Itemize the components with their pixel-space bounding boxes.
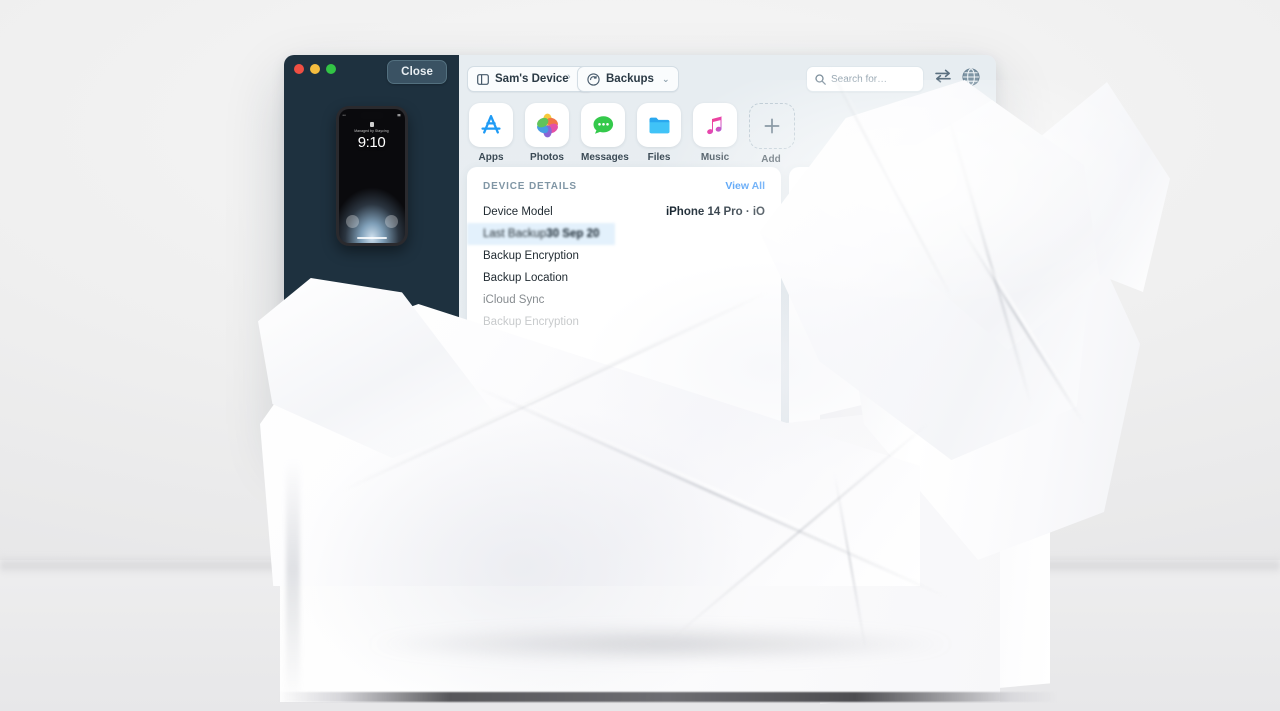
backup-refresh-icon — [587, 72, 600, 86]
lock-icon — [369, 122, 374, 127]
search-input[interactable]: Search for… — [806, 66, 924, 92]
phone-notch — [359, 112, 384, 119]
row-label: Total — [483, 338, 508, 350]
table-row[interactable]: iCloud Sync — [467, 289, 781, 311]
app-shortcut-add[interactable]: Add — [749, 103, 795, 165]
row-value: iPhone 14 Pro · iO — [665, 206, 765, 218]
photos-icon — [525, 103, 569, 147]
battery-icon — [355, 340, 370, 349]
scene-backdrop: Close ••• ▮▮ Managed by Staycing 9:10 Sa… — [0, 0, 1280, 711]
chevron-down-icon: ⌄ — [661, 73, 670, 84]
breadcrumb-section[interactable]: Backups ⌄ — [577, 66, 680, 92]
search-placeholder: Search for… — [831, 73, 888, 85]
device-details-card: DEVICE DETAILS View All Device Model iPh… — [467, 167, 781, 429]
home-indicator — [356, 236, 387, 239]
close-button[interactable]: Close — [387, 60, 447, 84]
view-all-link[interactable]: View All — [725, 180, 765, 192]
sidebar: Close ••• ▮▮ Managed by Staycing 9:10 Sa… — [284, 55, 459, 437]
app-store-icon — [469, 103, 513, 147]
close-traffic-light[interactable] — [294, 64, 304, 74]
app-shortcut-messages[interactable]: Messages — [581, 103, 629, 165]
app-shortcut-apps[interactable]: Apps — [469, 103, 513, 165]
card-header: DEVICE DETAILS View All — [467, 167, 781, 201]
usb-icon — [380, 339, 387, 351]
phone-clock: 9:10 — [357, 134, 386, 151]
sidebar-item-label: Data — [332, 425, 361, 438]
app-shortcut-music[interactable]: Music — [693, 103, 737, 165]
sidebar-toggle-icon — [477, 73, 489, 85]
device-subtitle: iPhone 14 Pro · iOS 16 — [322, 325, 421, 336]
chevron-right-icon: › — [433, 390, 437, 404]
phone-status-left: ••• — [342, 113, 346, 117]
device-status-badges — [284, 339, 459, 351]
device-name: Sam's Device — [327, 308, 416, 323]
sidebar-nav: Summary › Data › — [296, 380, 447, 437]
transfer-arrows-icon[interactable] — [934, 69, 952, 83]
app-shortcut-label: Apps — [478, 152, 504, 163]
sidebar-item-data[interactable]: Data › — [296, 416, 447, 437]
paper-peak — [1020, 82, 1170, 292]
app-shortcut-files[interactable]: Files — [637, 103, 681, 165]
window-controls[interactable] — [294, 64, 336, 74]
toolbar: Sam's Device ⌄ › Backups ⌄ — [459, 55, 996, 101]
sidebar-item-label: Summary — [332, 389, 392, 405]
app-shortcut-label: Files — [647, 152, 671, 163]
search-icon — [815, 73, 826, 85]
phone-lockscreen: ••• ▮▮ Managed by Staycing 9:10 — [338, 109, 405, 243]
maximize-traffic-light[interactable] — [326, 64, 336, 74]
row-label: Last Backup — [483, 228, 547, 240]
plus-icon — [749, 103, 795, 149]
breadcrumb-device[interactable]: Sam's Device ⌄ — [467, 66, 595, 92]
app-shortcut-label: Photos — [530, 152, 564, 163]
row-value: 30 Sep 20 — [546, 228, 600, 240]
breadcrumb-section-label: Backups — [606, 73, 654, 85]
row-label: Backup Location — [483, 272, 569, 284]
app-shortcut-label: Messages — [581, 152, 629, 163]
row-label: Backup Encryption — [483, 316, 579, 328]
phone-status-right: ▮▮ — [397, 113, 401, 117]
secondary-card — [789, 167, 996, 429]
breadcrumb-separator: › — [567, 71, 571, 83]
table-row[interactable]: Total — [467, 333, 781, 355]
table-row[interactable]: Backup Encryption — [467, 311, 781, 333]
main-content: Sam's Device ⌄ › Backups ⌄ — [459, 55, 996, 437]
files-icon — [637, 103, 681, 147]
sidebar-item-summary[interactable]: Summary › — [296, 380, 447, 414]
app-shortcut-label: Music — [700, 152, 730, 163]
phone-managed-note: Managed by Staycing — [354, 129, 389, 133]
breadcrumb-device-label: Sam's Device — [495, 73, 569, 85]
row-label: Device Model — [483, 206, 553, 218]
table-row[interactable]: Device Model iPhone 14 Pro · iO — [467, 201, 781, 223]
bag-contact-shadow — [250, 628, 1070, 668]
camera-button — [384, 215, 398, 228]
music-icon — [693, 103, 737, 147]
row-label: Backup Encryption — [483, 250, 579, 262]
row-label: iCloud Sync — [483, 294, 545, 306]
application-window: Close ••• ▮▮ Managed by Staycing 9:10 Sa… — [284, 55, 996, 437]
app-shortcuts: Apps Photos Messages Files Music Add — [469, 103, 795, 165]
chevron-right-icon: › — [433, 426, 437, 437]
table-row[interactable]: Last Backup 30 Sep 20 — [467, 223, 616, 245]
minimize-traffic-light[interactable] — [310, 64, 320, 74]
app-shortcut-label: Add — [761, 154, 781, 165]
table-row[interactable]: Backup Location — [467, 267, 781, 289]
flashlight-button — [345, 215, 359, 228]
card-title: DEVICE DETAILS — [483, 181, 577, 192]
floor-horizon-line — [0, 556, 1280, 574]
messages-icon — [581, 103, 625, 147]
table-row[interactable]: Backup Encryption — [467, 245, 781, 267]
device-phone-mockup: ••• ▮▮ Managed by Staycing 9:10 — [335, 106, 408, 246]
square-icon — [306, 425, 322, 437]
globe-help-icon[interactable] — [962, 68, 980, 86]
app-shortcut-photos[interactable]: Photos — [525, 103, 569, 165]
phone-icon — [306, 389, 322, 405]
